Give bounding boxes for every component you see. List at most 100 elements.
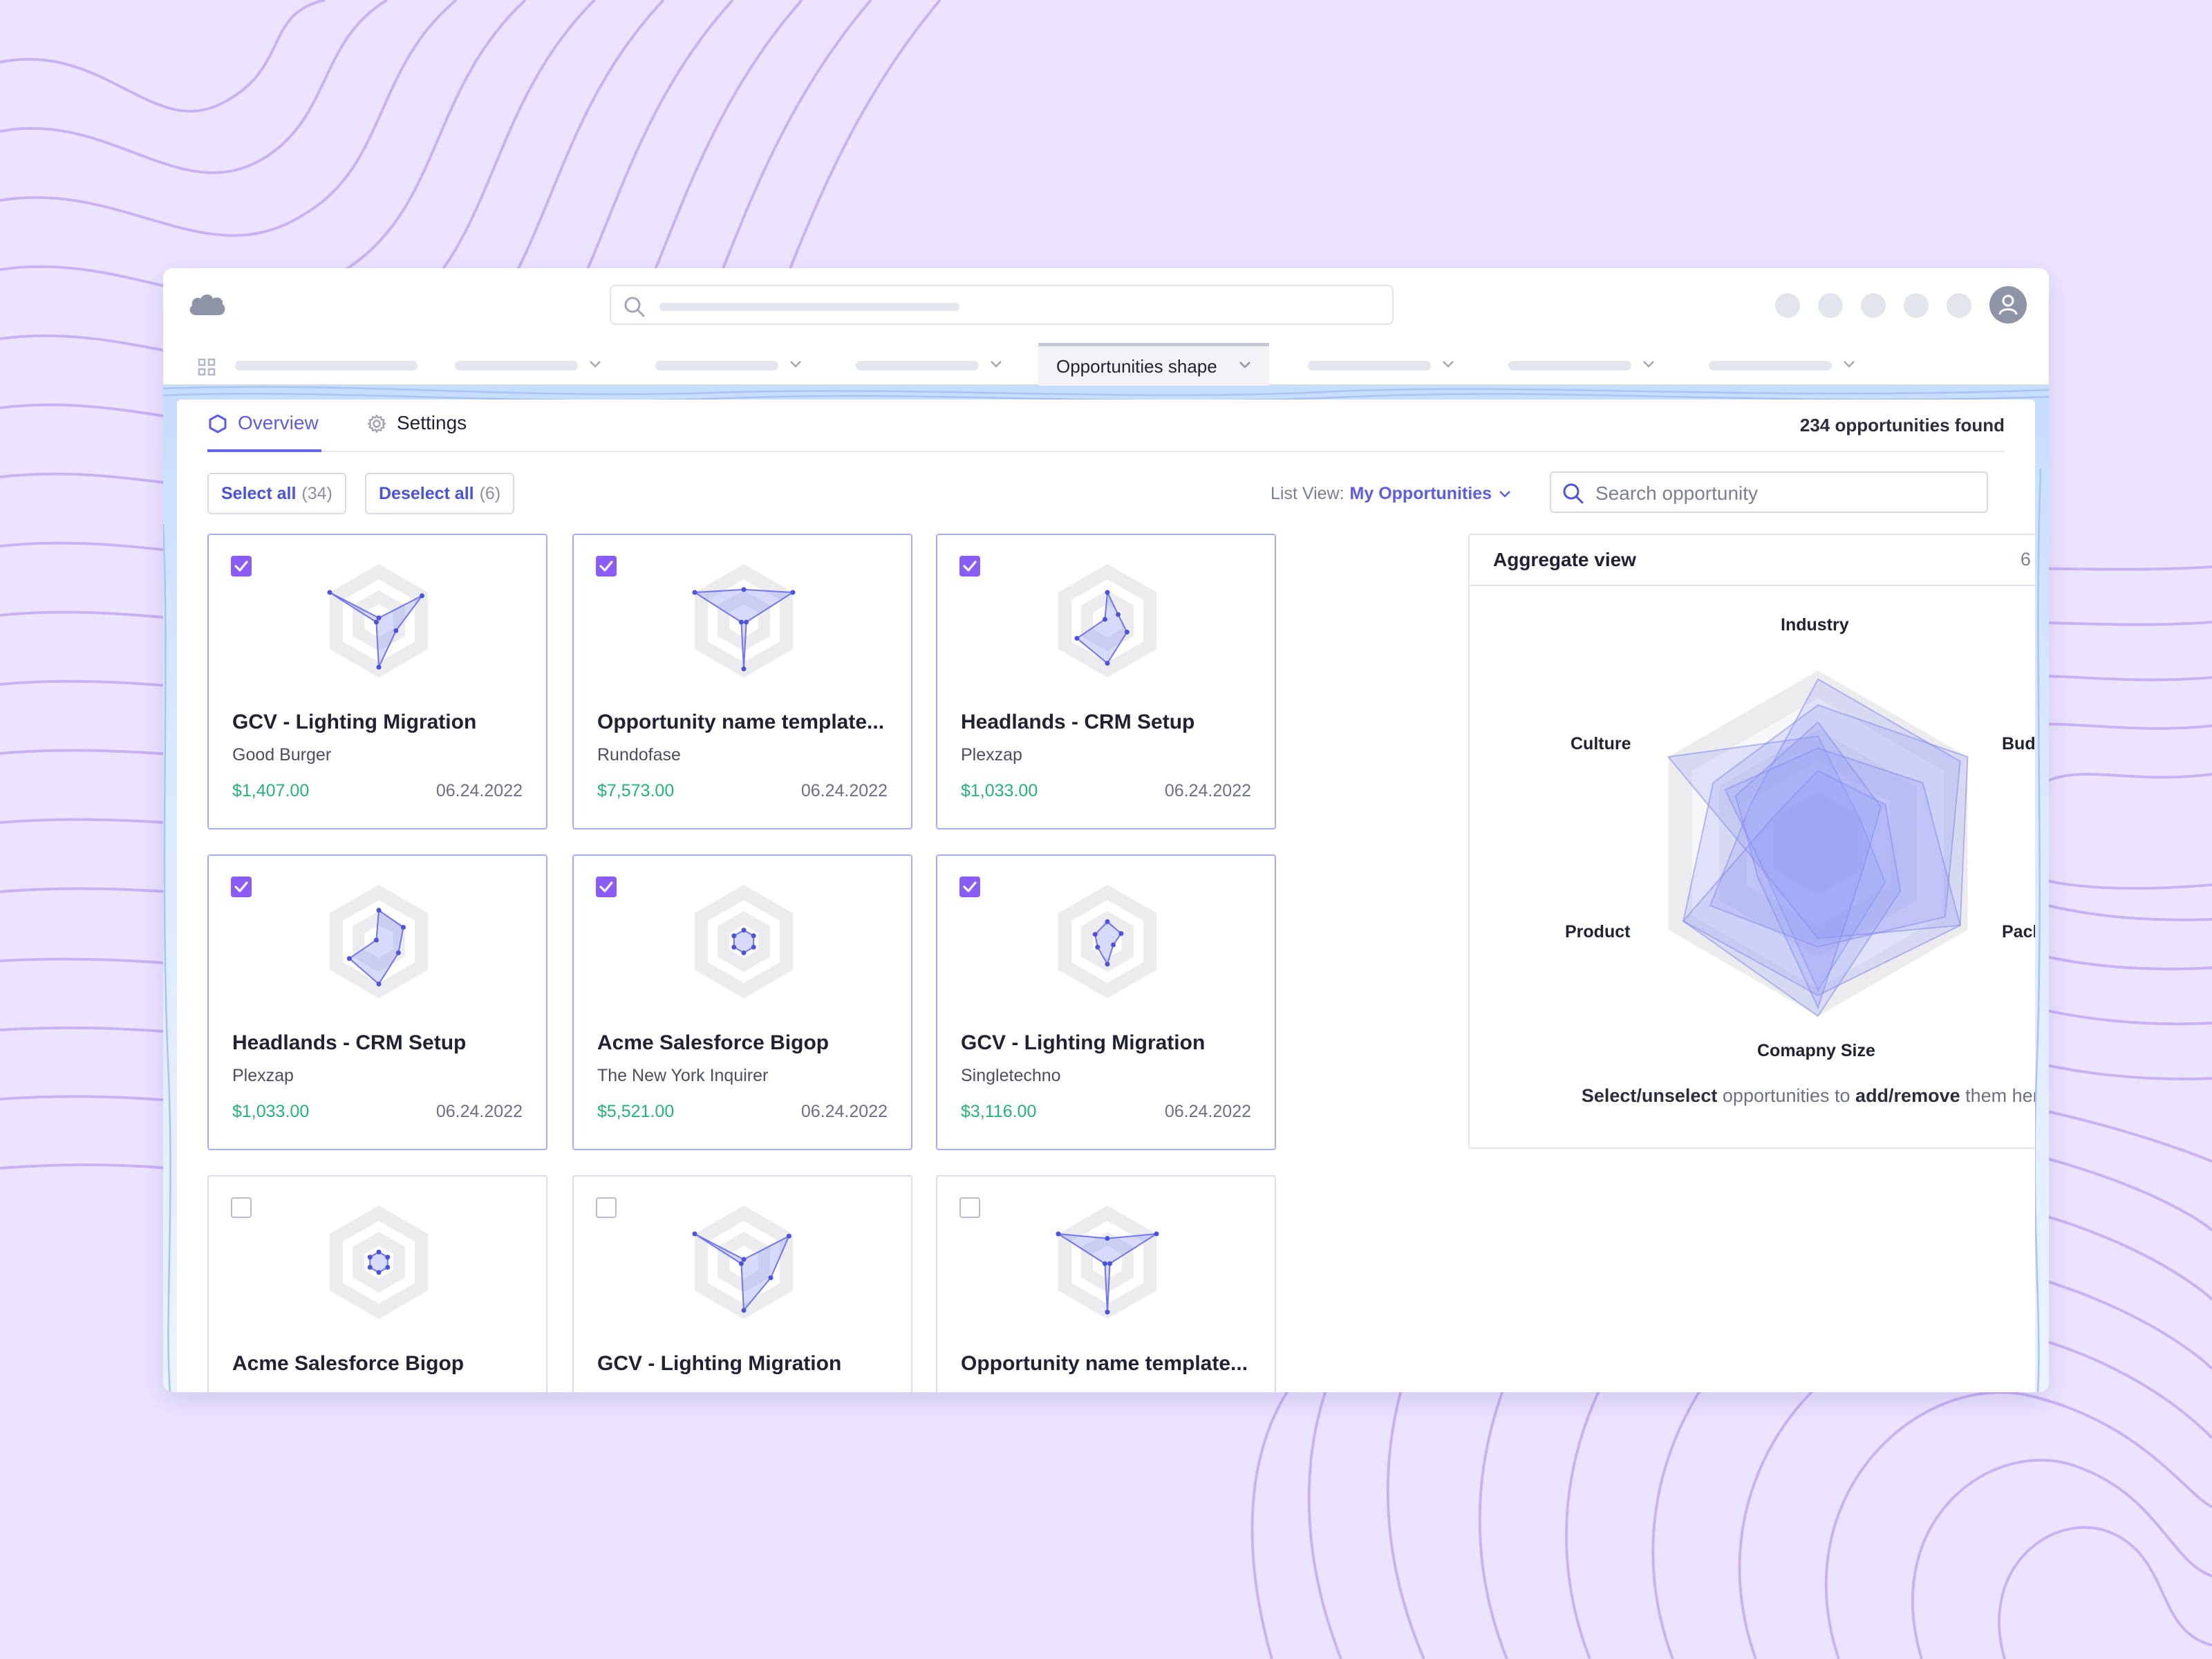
header-action-icon[interactable] (1947, 293, 1971, 318)
radar-point (373, 937, 379, 943)
card-title: Opportunity name template... (961, 1352, 1248, 1375)
top-bar (163, 268, 2049, 343)
nav-tab-label: Opportunities shape (1056, 356, 1217, 377)
nav-item[interactable] (1709, 361, 1832, 371)
opportunity-card[interactable]: Acme Salesforce Bigop (207, 1175, 547, 1392)
opportunity-card[interactable]: GCV - Lighting Migration Good Burger $1,40… (207, 534, 547, 830)
axis-label-company-size: Comapny Size (1757, 1041, 1875, 1060)
card-checkbox[interactable] (231, 556, 252, 577)
chevron-down-icon[interactable] (1441, 357, 1456, 372)
header-action-icon[interactable] (1904, 293, 1929, 318)
aggregate-hint: Select/unselect opportunities to add/rem… (1470, 1085, 2035, 1107)
card-checkbox[interactable] (959, 877, 980, 897)
chevron-down-icon[interactable] (788, 357, 803, 372)
header-action-icon[interactable] (1775, 293, 1800, 318)
card-title: Acme Salesforce Bigop (597, 1031, 830, 1054)
card-checkbox[interactable] (596, 1197, 617, 1218)
app-launcher-icon[interactable] (198, 358, 216, 379)
card-amount: $7,573.00 (597, 781, 675, 800)
radar-point (1118, 931, 1124, 937)
header-action-icon[interactable] (1861, 293, 1886, 318)
card-date: 06.24.2022 (800, 1102, 888, 1121)
card-checkbox[interactable] (959, 556, 980, 577)
axis-label-budget: Budget (2002, 734, 2035, 753)
header-action-icon[interactable] (1818, 293, 1843, 318)
card-company: The New York Inquirer (597, 1066, 769, 1085)
radar-point (1107, 1261, 1113, 1266)
radar-point (376, 908, 382, 913)
opportunity-card[interactable]: Headlands - CRM Setup Plexzap $1,033.00 06.… (936, 534, 1276, 830)
mini-radar-chart (1058, 564, 1156, 677)
radar-point (744, 619, 749, 625)
aggregate-view-panel: Aggregate view 6 opportunities Industry … (1468, 534, 2035, 1149)
select-all-button[interactable]: Select all (34) (207, 473, 346, 514)
opportunity-card[interactable]: Opportunity name template... Rundofase $7,… (572, 534, 912, 830)
hint-bold-select: Select/unselect (1581, 1085, 1718, 1106)
nav-item[interactable] (1308, 361, 1431, 371)
radar-point (741, 666, 747, 672)
card-date: 06.24.2022 (1164, 1102, 1251, 1121)
radar-point (1102, 1261, 1107, 1266)
radar-point (376, 1270, 382, 1275)
card-checkbox[interactable] (231, 1197, 252, 1218)
checkmark-icon (234, 881, 248, 892)
deselect-all-button[interactable]: Deselect all (6) (365, 473, 515, 514)
radar-point (327, 590, 332, 595)
card-checkbox[interactable] (596, 877, 617, 897)
opportunity-card[interactable]: GCV - Lighting Migration Singletechno $3,1… (936, 854, 1276, 1150)
aggregate-header: Aggregate view 6 opportunities (1470, 535, 2035, 586)
opportunity-card[interactable]: GCV - Lighting Migration (572, 1175, 912, 1392)
radar-point (1105, 661, 1110, 666)
opportunity-card[interactable]: Opportunity name template... (936, 1175, 1276, 1392)
card-checkbox[interactable] (959, 1197, 980, 1218)
card-checkbox[interactable] (596, 556, 617, 577)
cloud-logo-icon[interactable] (187, 290, 228, 321)
radar-point (751, 933, 756, 939)
radar-point (367, 1255, 373, 1260)
results-count: 234 opportunities found (1799, 415, 2005, 435)
select-all-label: Select all (221, 483, 297, 503)
search-placeholder-bar (659, 303, 959, 311)
opportunity-card[interactable]: Headlands - CRM Setup Plexzap $1,033.00 06.… (207, 854, 547, 1150)
aggregate-title: Aggregate view (1493, 549, 1636, 570)
card-title: GCV - Lighting Migration (961, 1031, 1206, 1054)
axis-label-industry: Industry (1781, 615, 1849, 635)
user-avatar-icon[interactable] (1989, 286, 2027, 324)
radar-point (741, 950, 747, 955)
nav-item[interactable] (856, 361, 979, 371)
checkmark-icon (234, 561, 248, 572)
nav-item[interactable] (1508, 361, 1631, 371)
tab-overview-label: Overview (238, 412, 319, 433)
nav-item[interactable] (235, 361, 418, 371)
chevron-down-icon[interactable] (1841, 357, 1857, 372)
radar-point (401, 925, 406, 930)
radar-point (1105, 590, 1110, 595)
tab-settings[interactable]: Settings (366, 412, 467, 452)
card-company: Singletechno (961, 1066, 1061, 1085)
chevron-down-icon[interactable] (1641, 357, 1656, 372)
radar-point (395, 950, 401, 955)
opportunity-card[interactable]: Acme Salesforce Bigop The New York Inquir… (572, 854, 912, 1150)
card-amount: $1,033.00 (232, 1102, 310, 1121)
radar-point (741, 928, 747, 933)
nav-tab-opportunities-shape[interactable]: Opportunities shape (1038, 343, 1269, 386)
card-title: Opportunity name template... (597, 711, 885, 733)
chevron-down-icon[interactable] (588, 357, 603, 372)
card-checkbox[interactable] (231, 877, 252, 897)
chevron-down-icon[interactable] (988, 357, 1004, 372)
nav-item[interactable] (455, 361, 578, 371)
radar-point (385, 1255, 391, 1260)
tab-overview[interactable]: Overview (207, 412, 321, 452)
mini-radar-chart (330, 1206, 428, 1319)
list-view-selector[interactable]: List View: My Opportunities (1271, 484, 1512, 504)
opportunity-search-input[interactable]: Search opportunity (1550, 471, 1988, 513)
radar-point (731, 944, 737, 950)
radar-point (1105, 962, 1110, 967)
card-amount: $1,033.00 (961, 781, 1038, 800)
nav-item[interactable] (655, 361, 778, 371)
mini-radar-chart (692, 564, 796, 677)
radar-point (1056, 1231, 1061, 1237)
list-view-label: List View: (1271, 484, 1344, 503)
radar-point (1105, 1236, 1110, 1241)
global-search-input[interactable] (610, 285, 1394, 325)
